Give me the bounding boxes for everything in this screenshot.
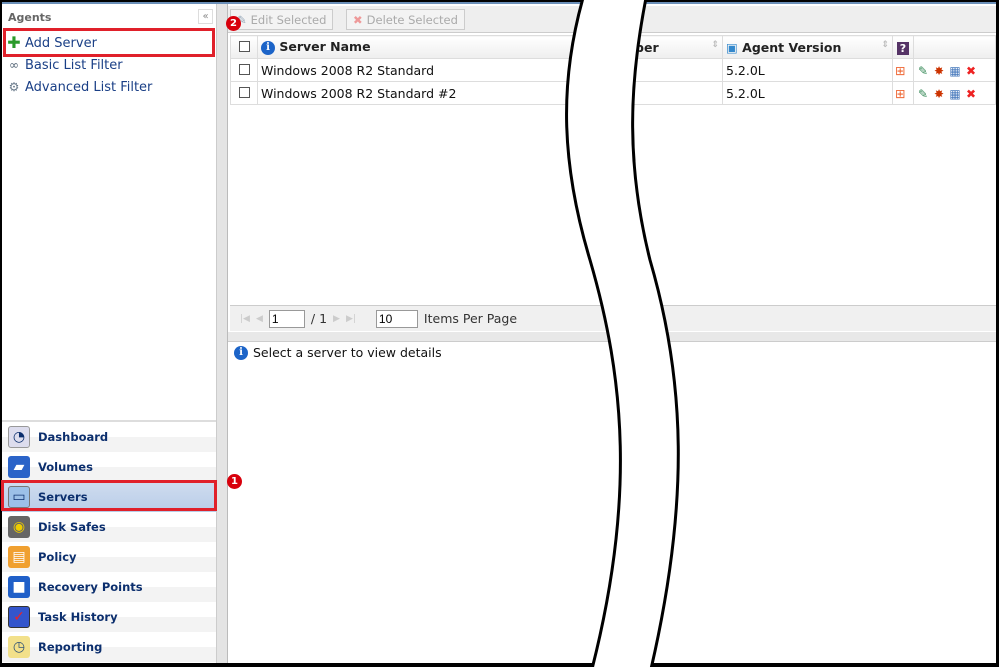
step-badge-2: 2 [226,16,241,31]
step-badge-1: 1 [227,474,242,489]
highlight-servers [1,480,217,511]
cut-marker [565,0,680,667]
highlight-add-server [3,28,215,57]
